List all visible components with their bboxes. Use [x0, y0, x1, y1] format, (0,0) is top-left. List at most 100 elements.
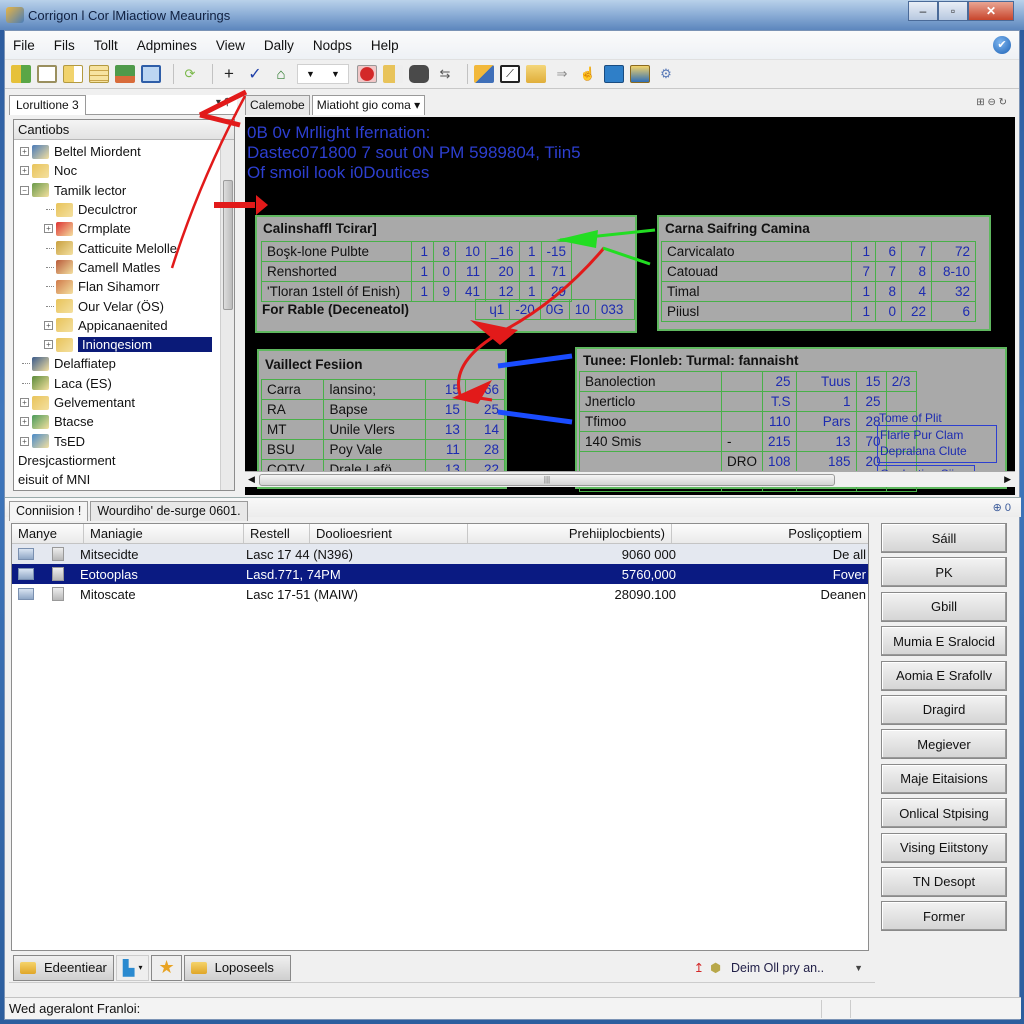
- menu-adpmines[interactable]: Adpmines: [137, 38, 197, 53]
- menu-tollt[interactable]: Tollt: [94, 38, 118, 53]
- help-badge-icon[interactable]: ✔: [993, 36, 1011, 54]
- tree-item[interactable]: + Appicanaenited: [14, 316, 234, 335]
- status-dropdown[interactable]: ↥ ⬢ Deim Oll pry an.. ▼: [694, 960, 863, 976]
- collapse-icon[interactable]: −: [20, 185, 29, 195]
- export-icon[interactable]: ⇆: [435, 65, 455, 83]
- window-icon[interactable]: [37, 65, 57, 83]
- expand-icon[interactable]: +: [20, 436, 29, 446]
- expand-icon[interactable]: +: [44, 340, 53, 350]
- column-header[interactable]: Restell: [244, 524, 310, 543]
- menu-fils[interactable]: Fils: [54, 38, 75, 53]
- expand-icon[interactable]: +: [20, 147, 29, 157]
- scroll-left-icon[interactable]: ◀: [248, 474, 255, 485]
- horizontal-scrollbar[interactable]: ◀ ||| ▶: [245, 471, 1015, 487]
- menu-help[interactable]: Help: [371, 38, 399, 53]
- tree-item[interactable]: Camell Matles: [14, 258, 234, 277]
- folder-icon[interactable]: [526, 65, 546, 83]
- table-row[interactable]: Mitoscate Lasc 17-51 (MAIW) 28090.100 Deane…: [12, 584, 868, 604]
- tab-wourdiho[interactable]: Wourdiho' de-surge 0601.: [90, 501, 248, 521]
- tree-item[interactable]: + Noc: [14, 161, 234, 180]
- view-dropdown[interactable]: ▼ ▼: [297, 64, 349, 84]
- minimize-button[interactable]: –: [908, 1, 938, 21]
- column-header[interactable]: Maniagie: [84, 524, 244, 543]
- arrow-right-icon[interactable]: ⇒: [552, 65, 572, 83]
- add-icon[interactable]: +: [219, 64, 239, 83]
- tree-item[interactable]: + Beltel Miordent: [14, 142, 234, 161]
- folder-doc-icon[interactable]: [383, 65, 403, 83]
- menu-view[interactable]: View: [216, 38, 245, 53]
- action-button-onlical-stpising[interactable]: Onlical Stpising: [881, 798, 1007, 829]
- table-row[interactable]: Mitsecidte Lasc 17 44 (N396) 9060 000 De al…: [12, 544, 868, 564]
- column-header[interactable]: Doolioesrient: [310, 524, 468, 543]
- tree-item[interactable]: + Inionqesiom: [14, 335, 234, 354]
- tree-item[interactable]: + Btacse: [14, 412, 234, 431]
- monitor-icon[interactable]: [115, 65, 135, 83]
- building-dropdown-button[interactable]: ▙ ▾: [115, 954, 150, 981]
- tab-miatioht[interactable]: Miatioht gio coma ▾: [311, 95, 426, 115]
- menu-dally[interactable]: Dally: [264, 38, 294, 53]
- tree-item[interactable]: − Tamilk lector: [14, 181, 234, 200]
- tree-scroll-thumb[interactable]: [223, 180, 233, 310]
- tree-item[interactable]: Laca (ES): [14, 374, 234, 393]
- scroll-right-icon[interactable]: ▶: [1004, 474, 1011, 485]
- tree-item[interactable]: Deculctror: [14, 200, 234, 219]
- tree-item[interactable]: Our Velar (ÖS): [14, 296, 234, 315]
- action-button-maje-eitaisions[interactable]: Maje Eitaisions: [881, 763, 1007, 794]
- expand-icon[interactable]: +: [20, 417, 29, 427]
- tab-calemobe[interactable]: Calemobe: [245, 95, 310, 115]
- maximize-button[interactable]: ▫: [938, 1, 968, 21]
- tab-conniision[interactable]: Conniision !: [9, 501, 89, 521]
- horizontal-scroll-thumb[interactable]: |||: [259, 474, 835, 486]
- menu-nodps[interactable]: Nodps: [313, 38, 352, 53]
- record-icon[interactable]: [357, 65, 377, 83]
- column-header[interactable]: Prehiiplocbients): [468, 524, 672, 543]
- column-header[interactable]: Manye: [12, 524, 84, 543]
- favorite-button[interactable]: ★: [151, 954, 182, 981]
- tree-item[interactable]: + Gelvementant: [14, 393, 234, 412]
- expand-icon[interactable]: +: [44, 224, 53, 234]
- chart-icon[interactable]: [474, 65, 494, 83]
- tree-item[interactable]: Flan Sihamorr: [14, 277, 234, 296]
- camera-icon[interactable]: [409, 65, 429, 83]
- table-icon[interactable]: [89, 65, 109, 83]
- spreadsheet-icon[interactable]: [11, 65, 31, 83]
- expand-icon[interactable]: +: [20, 398, 29, 407]
- navigator-tab[interactable]: Lorultione 3: [9, 95, 86, 115]
- expand-icon[interactable]: +: [44, 320, 53, 330]
- screen-icon[interactable]: [141, 65, 161, 83]
- action-button-pk[interactable]: PK: [881, 557, 1007, 588]
- action-button-aomia-e-srafollv[interactable]: Aomia E Srafollv: [881, 660, 1007, 691]
- action-button-dragird[interactable]: Dragird: [881, 694, 1007, 725]
- action-button-vising-eiitstony[interactable]: Vising Eiitstony: [881, 832, 1007, 863]
- tree-item[interactable]: Catticuite Melolle: [14, 238, 234, 257]
- checkmark-icon[interactable]: ✓: [245, 65, 265, 83]
- expand-icon[interactable]: +: [20, 166, 29, 176]
- action-button-tn-desopt[interactable]: TN Desopt: [881, 866, 1007, 897]
- tree-item[interactable]: + Crmplate: [14, 219, 234, 238]
- action-button-gbill[interactable]: Gbill: [881, 591, 1007, 622]
- tree-item[interactable]: + TsED: [14, 431, 234, 450]
- tree-scrollbar[interactable]: [220, 140, 234, 490]
- menu-file[interactable]: File: [13, 38, 35, 53]
- image-icon[interactable]: [630, 65, 650, 83]
- pane-pin-icon[interactable]: ⊕ 0: [993, 501, 1011, 514]
- edeentiear-button[interactable]: Edeentiear: [13, 954, 114, 981]
- action-button-s-ill[interactable]: Sáill: [881, 523, 1007, 553]
- tree-item[interactable]: eisuit of MNI: [14, 470, 234, 489]
- document-icon[interactable]: [63, 65, 83, 83]
- pane-menu-icon[interactable]: ▾ ⚲: [216, 97, 231, 108]
- table-row[interactable]: Eotooplas Lasd.771, 74PM 5760,000 Fover: [12, 564, 868, 584]
- settings-icon[interactable]: ⚙: [656, 65, 676, 83]
- tree-item[interactable]: Dresjcastiorment: [14, 451, 234, 470]
- tree-item[interactable]: Delaffiatep: [14, 354, 234, 373]
- loposeels-button[interactable]: Loposeels: [183, 954, 291, 981]
- column-header[interactable]: Posliçoptiem: [672, 524, 868, 543]
- action-button-former[interactable]: Former: [881, 901, 1007, 932]
- close-button[interactable]: ✕: [968, 1, 1014, 21]
- pane-controls-icon[interactable]: ⊞ ⊖ ↻: [976, 97, 1007, 108]
- refresh-icon[interactable]: ⟳: [180, 65, 200, 83]
- display-icon[interactable]: [604, 65, 624, 83]
- hand-icon[interactable]: ☝: [578, 65, 598, 83]
- envelope-icon[interactable]: ⟋: [500, 65, 520, 83]
- home-icon[interactable]: ⌂: [271, 65, 291, 83]
